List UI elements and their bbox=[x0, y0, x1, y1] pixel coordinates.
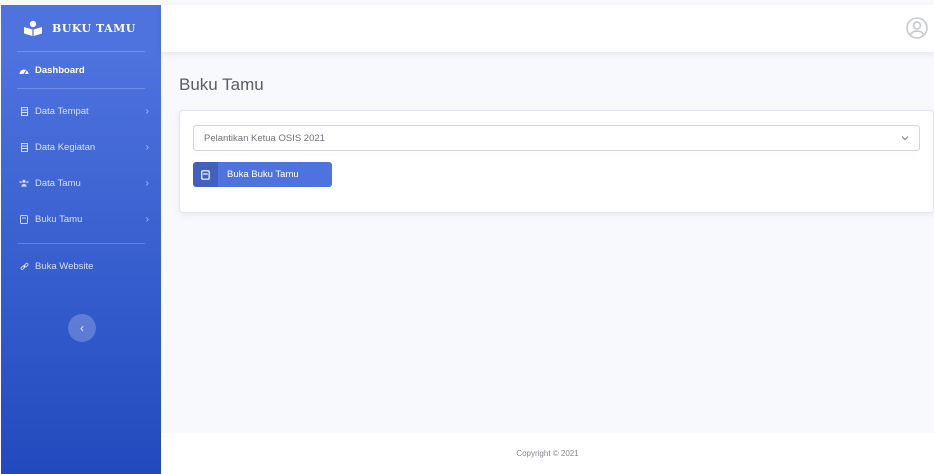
footer: Copyright © 2021 bbox=[161, 433, 934, 474]
page-title: Buku Tamu bbox=[179, 75, 264, 94]
sidebar-item-label: Data Kegiatan bbox=[35, 141, 96, 153]
sidebar: BUKU TAMU Dashboard Data Tempat › Data K… bbox=[1, 5, 161, 474]
sidebar-item-dashboard[interactable]: Dashboard bbox=[1, 52, 161, 88]
sidebar-item-label: Data Tamu bbox=[35, 177, 81, 189]
chevron-right-icon: › bbox=[145, 141, 149, 153]
sidebar-item-data-kegiatan[interactable]: Data Kegiatan › bbox=[1, 129, 161, 165]
sidebar-item-data-tamu[interactable]: Data Tamu › bbox=[1, 165, 161, 201]
sidebar-item-label: Buka Website bbox=[35, 260, 94, 272]
select-value: Pelantikan Ketua OSIS 2021 bbox=[204, 132, 325, 144]
link-icon bbox=[19, 262, 29, 271]
sidebar-item-buka-website[interactable]: Buka Website bbox=[1, 248, 161, 284]
brand-name: BUKU TAMU bbox=[52, 21, 136, 35]
sidebar-brand[interactable]: BUKU TAMU bbox=[1, 5, 161, 51]
chevron-right-icon: › bbox=[145, 213, 149, 225]
book-reader-icon bbox=[23, 20, 43, 36]
sidebar-item-data-tempat[interactable]: Data Tempat › bbox=[1, 93, 161, 129]
copyright-text: Copyright © 2021 bbox=[516, 449, 579, 458]
table-icon bbox=[19, 142, 29, 152]
users-icon bbox=[19, 179, 29, 187]
chevron-right-icon: › bbox=[145, 177, 149, 189]
topbar bbox=[161, 5, 934, 52]
content-card: Pelantikan Ketua OSIS 2021 Buka Buku Tam… bbox=[179, 110, 934, 213]
chevron-down-icon bbox=[901, 134, 909, 143]
user-circle-icon[interactable] bbox=[906, 17, 928, 44]
kegiatan-select[interactable]: Pelantikan Ketua OSIS 2021 bbox=[193, 125, 920, 151]
sidebar-item-label: Data Tempat bbox=[35, 105, 89, 117]
sidebar-item-buku-tamu[interactable]: Buku Tamu › bbox=[1, 201, 161, 237]
buka-buku-tamu-button[interactable]: Buka Buku Tamu bbox=[193, 162, 332, 187]
sidebar-item-label: Dashboard bbox=[35, 64, 85, 76]
book-icon bbox=[193, 162, 218, 187]
sidebar-toggle-button[interactable]: ‹ bbox=[68, 314, 96, 342]
button-label: Buka Buku Tamu bbox=[227, 169, 299, 180]
sidebar-item-label: Buku Tamu bbox=[35, 213, 83, 225]
chevron-right-icon: › bbox=[145, 105, 149, 117]
table-icon bbox=[19, 106, 29, 116]
book-icon bbox=[19, 214, 29, 224]
dashboard-icon bbox=[19, 66, 29, 75]
chevron-left-icon: ‹ bbox=[80, 321, 84, 335]
